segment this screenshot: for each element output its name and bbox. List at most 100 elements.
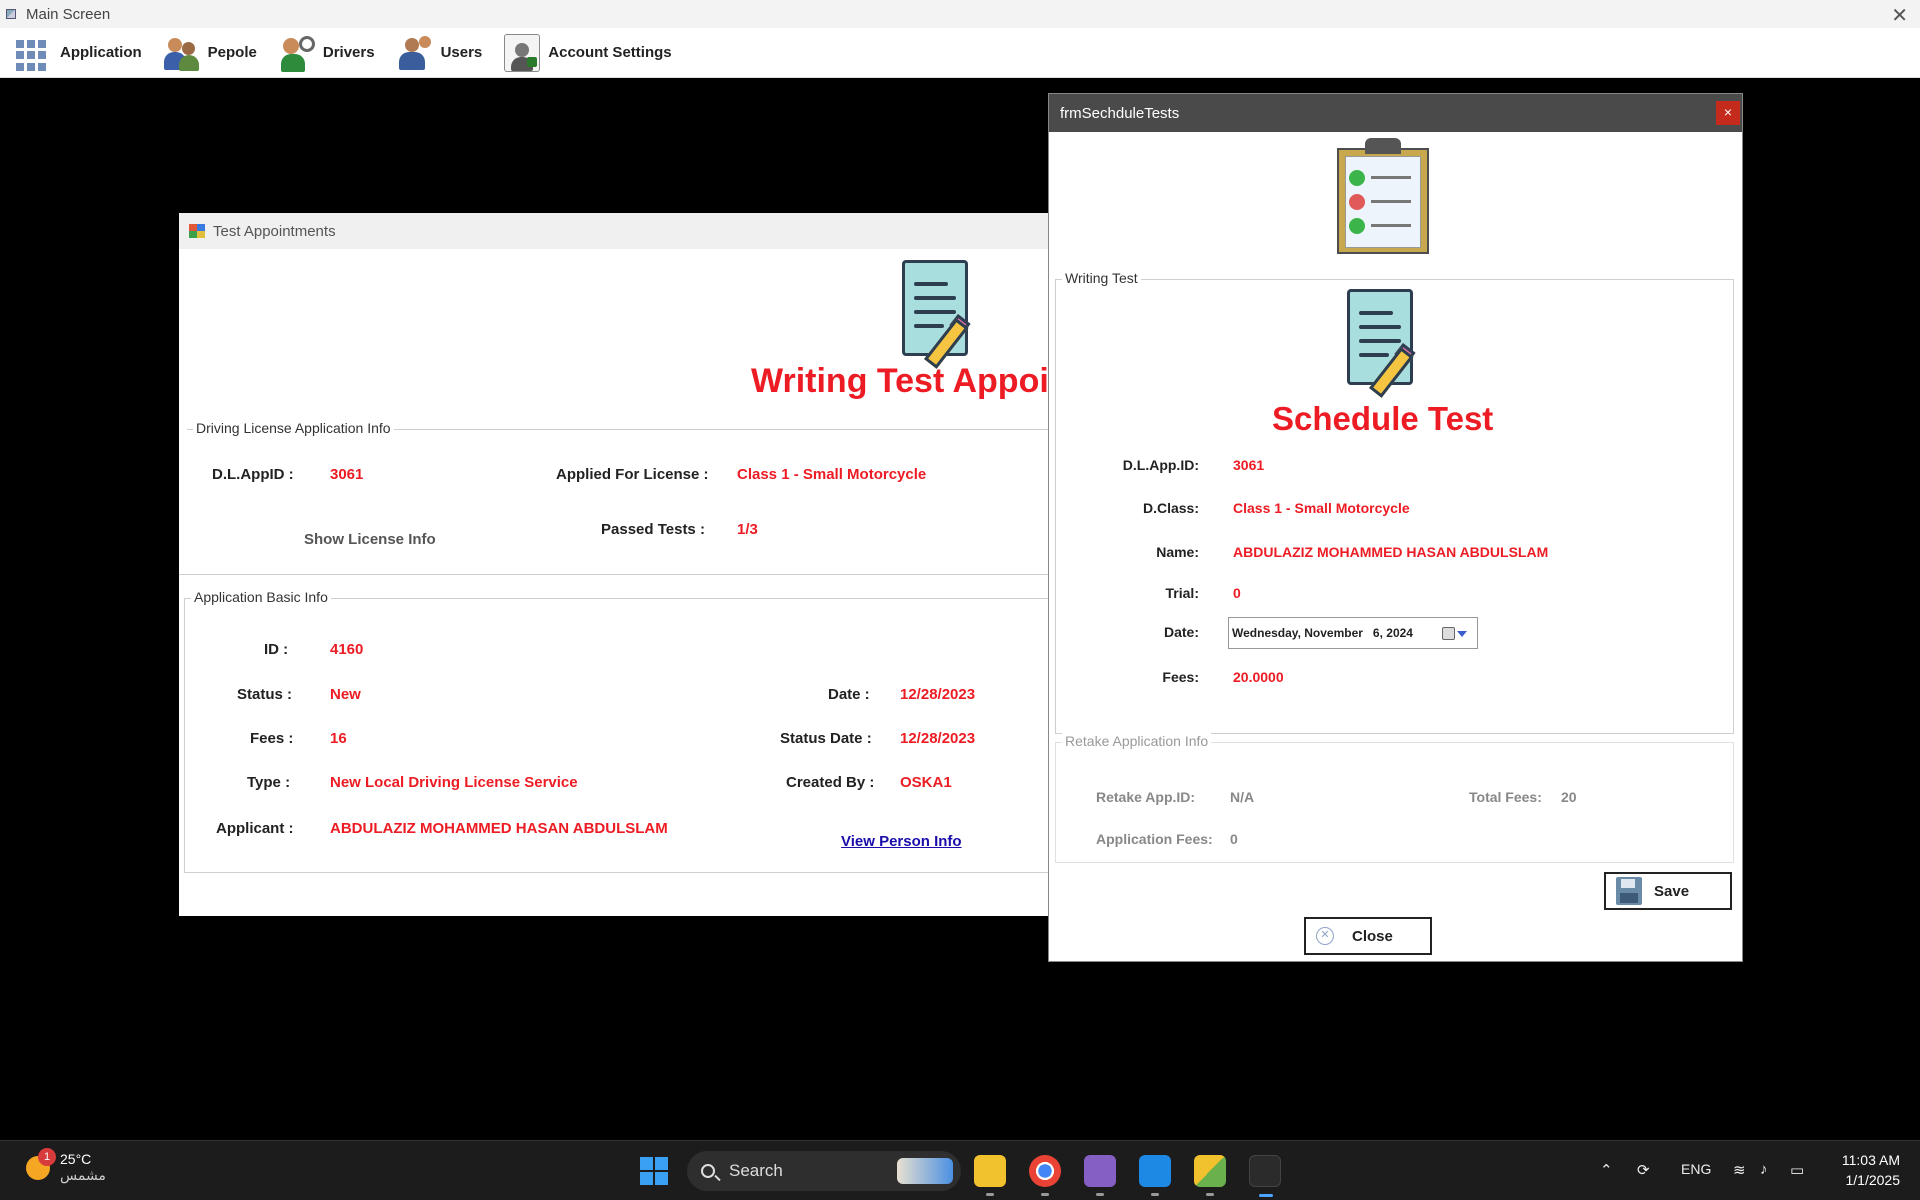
menu-application[interactable]: Application xyxy=(16,34,142,72)
notification-badge: 1 xyxy=(38,1147,56,1166)
retake-app-id-label: Retake App.ID: xyxy=(1096,789,1196,805)
id-label: ID : xyxy=(264,641,289,658)
passed-tests-label: Passed Tests : xyxy=(601,521,705,538)
test-appointments-window: Test Appointments Writing Test Appoi Dri… xyxy=(179,213,1052,916)
status-label: Status : xyxy=(237,686,293,703)
chevron-up-icon[interactable]: ⌃ xyxy=(1600,1161,1613,1179)
dl-app-id-value: 3061 xyxy=(330,466,364,483)
menu-people[interactable]: Pepole xyxy=(163,34,257,72)
sched-date-label: Date: xyxy=(1163,624,1199,640)
type-value: New Local Driving License Service xyxy=(330,774,578,791)
clipboard-checklist-icon xyxy=(1337,138,1429,256)
close-button-label: Close xyxy=(1352,927,1393,945)
menu-users[interactable]: Users xyxy=(397,34,483,72)
chevron-down-icon[interactable] xyxy=(1457,631,1467,637)
driver-icon xyxy=(279,34,315,72)
taskbar-clock[interactable]: 11:03 AM 1/1/2025 xyxy=(1842,1150,1900,1190)
search-placeholder: Search xyxy=(729,1161,783,1180)
show-license-info-link[interactable]: Show License Info xyxy=(304,531,436,548)
file-explorer-icon[interactable] xyxy=(974,1155,1006,1196)
application-fees-label: Application Fees: xyxy=(1096,831,1213,847)
account-settings-icon xyxy=(504,33,541,72)
menu-drivers-label: Drivers xyxy=(322,44,375,61)
schedule-test-heading: Schedule Test xyxy=(1272,400,1494,437)
close-circle-icon: ✕ xyxy=(1316,927,1334,945)
save-button-label: Save xyxy=(1654,882,1690,900)
menu-drivers[interactable]: Drivers xyxy=(279,34,375,72)
type-label: Type : xyxy=(247,774,291,791)
test-date-picker[interactable]: Wednesday, November 6, 2024 xyxy=(1228,617,1478,649)
weather-widget[interactable]: 1 25°C مشمس xyxy=(26,1147,106,1184)
appointments-heading: Writing Test Appoi xyxy=(751,362,1049,400)
vscode-icon[interactable] xyxy=(1139,1155,1171,1196)
date-label: Date : xyxy=(828,686,870,703)
main-close-icon[interactable]: ✕ xyxy=(1891,3,1908,28)
sched-fees-value: 20.0000 xyxy=(1233,669,1284,685)
applied-for-value: Class 1 - Small Motorcycle xyxy=(737,466,927,483)
main-menu-bar: Application Pepole Drivers Users Account… xyxy=(0,28,1920,78)
passed-tests-value: 1/3 xyxy=(737,521,758,538)
paint-tool-icon[interactable] xyxy=(1194,1155,1226,1196)
taskbar: 1 25°C مشمس Search ⌃ ⟳ ENG ≋ ♪ ▭ 11:03 A… xyxy=(0,1140,1920,1200)
running-app-icon[interactable] xyxy=(1249,1155,1281,1197)
visual-studio-icon[interactable] xyxy=(1084,1155,1116,1196)
status-date-label: Status Date : xyxy=(780,730,872,747)
main-window-title: Main Screen xyxy=(26,5,111,23)
clock-time: 11:03 AM xyxy=(1841,1152,1900,1168)
calendar-icon[interactable] xyxy=(1442,627,1455,640)
basic-group-legend: Application Basic Info xyxy=(191,589,331,605)
schedule-title-bar: frmSechduleTests × xyxy=(1049,94,1742,132)
appointments-title-bar: Test Appointments xyxy=(179,213,1052,249)
app-icon xyxy=(6,9,16,19)
sched-trial-value: 0 xyxy=(1233,585,1241,601)
total-fees-value: 20 xyxy=(1561,789,1577,805)
appointments-window-title: Test Appointments xyxy=(213,222,336,240)
retake-group-legend: Retake Application Info xyxy=(1062,733,1212,749)
created-by-value: OSKA1 xyxy=(900,774,952,791)
battery-icon[interactable]: ▭ xyxy=(1790,1161,1804,1179)
sched-trial-label: Trial: xyxy=(1165,585,1199,601)
view-person-info-link[interactable]: View Person Info xyxy=(841,833,962,850)
people-icon xyxy=(163,34,200,72)
schedule-window-title: frmSechduleTests xyxy=(1060,104,1180,122)
chrome-icon[interactable] xyxy=(1029,1155,1061,1196)
close-button[interactable]: ✕ Close xyxy=(1304,917,1432,955)
fees-value: 16 xyxy=(330,730,347,747)
save-button[interactable]: Save xyxy=(1604,872,1732,910)
menu-users-label: Users xyxy=(440,44,483,61)
sched-dl-app-id-label: D.L.App.ID: xyxy=(1122,457,1199,473)
sched-name-value: ABDULAZIZ MOHAMMED HASAN ABDULSLAM xyxy=(1233,544,1549,560)
dl-group-legend: Driving License Application Info xyxy=(193,420,394,436)
users-icon xyxy=(397,34,433,72)
apps-grid-icon xyxy=(16,34,52,72)
menu-people-label: Pepole xyxy=(207,44,257,61)
fees-label: Fees : xyxy=(250,730,294,747)
status-date-value: 12/28/2023 xyxy=(900,730,976,747)
applied-for-label: Applied For License : xyxy=(556,466,709,483)
weather-temperature: 25°C xyxy=(60,1151,92,1167)
schedule-close-x-button[interactable]: × xyxy=(1716,101,1740,125)
windows-start-icon[interactable] xyxy=(640,1157,668,1185)
language-indicator[interactable]: ENG xyxy=(1681,1161,1711,1177)
total-fees-label: Total Fees: xyxy=(1469,789,1542,805)
wifi-icon[interactable]: ≋ xyxy=(1733,1161,1746,1179)
sched-dl-app-id-value: 3061 xyxy=(1233,457,1265,473)
applicant-label: Applicant : xyxy=(216,820,294,837)
volume-icon[interactable]: ♪ xyxy=(1760,1161,1768,1178)
date-value: 12/28/2023 xyxy=(900,686,976,703)
id-value: 4160 xyxy=(330,641,364,658)
sync-icon[interactable]: ⟳ xyxy=(1637,1161,1650,1179)
status-value: New xyxy=(330,686,361,703)
created-by-label: Created By : xyxy=(786,774,875,791)
search-highlight-icon xyxy=(897,1158,953,1184)
sched-name-label: Name: xyxy=(1156,544,1199,560)
dl-app-id-label: D.L.AppID : xyxy=(212,466,294,483)
sched-fees-label: Fees: xyxy=(1162,669,1199,685)
menu-account-settings-label: Account Settings xyxy=(548,44,672,61)
menu-application-label: Application xyxy=(60,44,142,61)
taskbar-search-box[interactable]: Search xyxy=(687,1151,961,1191)
retake-app-id-value: N/A xyxy=(1230,789,1255,805)
dl-application-info-group: Driving License Application Info xyxy=(187,420,1052,574)
menu-account-settings[interactable]: Account Settings xyxy=(504,33,672,72)
sched-dclass-label: D.Class: xyxy=(1142,500,1199,516)
